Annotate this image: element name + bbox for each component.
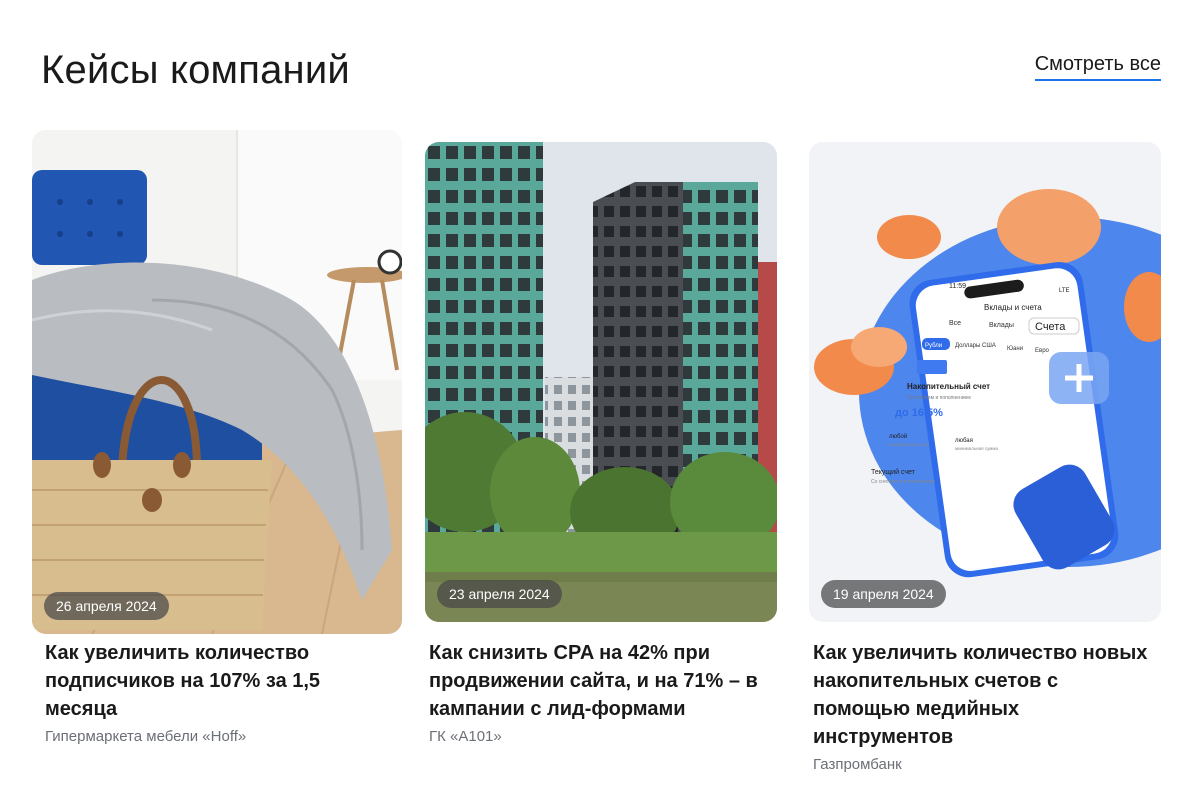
residential-buildings-illustration bbox=[425, 142, 777, 622]
phone-screen-title: Вклады и счета bbox=[984, 303, 1042, 312]
phone-tab: Вклады bbox=[989, 322, 1014, 329]
phone-currency: Доллары США bbox=[955, 343, 996, 349]
case-image-buildings: 23 апреля 2024 bbox=[425, 142, 777, 622]
phone-current-title: Текущий счет bbox=[871, 468, 916, 476]
date-badge: 23 апреля 2024 bbox=[437, 580, 562, 608]
phone-term-label: минимальный срок bbox=[889, 441, 929, 447]
phone-currency: Юани bbox=[1007, 346, 1023, 352]
case-company: Газпромбанк bbox=[813, 756, 902, 773]
case-company: ГК «А101» bbox=[429, 728, 502, 745]
date-badge: 26 апреля 2024 bbox=[44, 592, 169, 620]
phone-tab-active: Счета bbox=[1035, 321, 1066, 333]
case-title[interactable]: Как увеличить количество новых накопител… bbox=[809, 639, 1161, 751]
bank-app-illustration: 11:59 LTE Вклады и счета Все Вклады Счет… bbox=[809, 142, 1161, 622]
case-image-bedroom: 26 апреля 2024 bbox=[32, 130, 402, 634]
phone-currency: Евро bbox=[1035, 348, 1050, 354]
case-card-hoff[interactable]: 26 апреля 2024 Как увеличить количество … bbox=[32, 130, 402, 747]
date-badge: 19 апреля 2024 bbox=[821, 580, 946, 608]
phone-amount-label: минимальная сумма bbox=[955, 446, 998, 451]
section-title: Кейсы компаний bbox=[41, 48, 350, 92]
case-card-gazprombank[interactable]: 11:59 LTE Вклады и счета Все Вклады Счет… bbox=[809, 142, 1161, 775]
phone-tab: Все bbox=[949, 320, 961, 327]
phone-time: 11:59 bbox=[949, 283, 966, 290]
phone-product-title: Накопительный счет bbox=[907, 382, 990, 391]
bedroom-illustration bbox=[32, 130, 402, 634]
phone-product-sub: Со снятием и пополнением bbox=[907, 395, 971, 401]
phone-amount-value: любая bbox=[955, 438, 973, 444]
case-company: Гипермаркета мебели «Hoff» bbox=[45, 728, 247, 745]
case-title[interactable]: Как увеличить количество подписчиков на … bbox=[32, 639, 402, 723]
phone-currency: Рубли bbox=[925, 343, 942, 349]
phone-current-sub: Со снятием и пополнением bbox=[871, 479, 935, 485]
case-title[interactable]: Как снизить CPA на 42% при продвижении с… bbox=[425, 639, 777, 723]
case-image-bank-app: 11:59 LTE Вклады и счета Все Вклады Счет… bbox=[809, 142, 1161, 622]
phone-status: LTE bbox=[1059, 288, 1070, 294]
phone-term-value: любой bbox=[889, 433, 907, 440]
phone-rate: до 16,5% bbox=[895, 407, 943, 419]
see-all-link[interactable]: Смотреть все bbox=[1034, 52, 1161, 81]
case-card-a101[interactable]: 23 апреля 2024 Как снизить CPA на 42% пр… bbox=[425, 142, 777, 747]
